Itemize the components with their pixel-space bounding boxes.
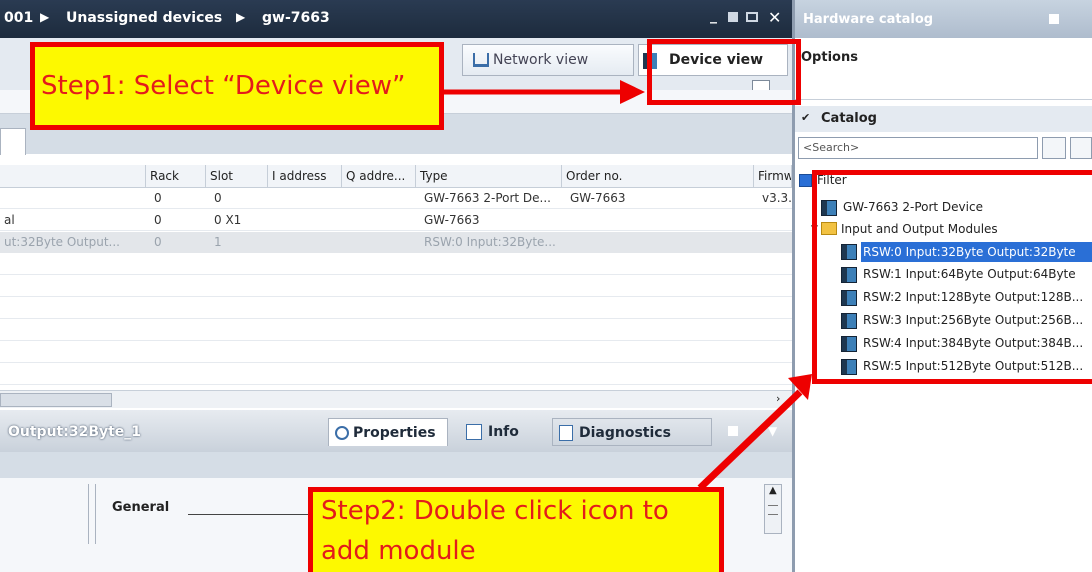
step2-callout: Step2: Double click icon to add module [308, 487, 724, 572]
step1-arrow-head [620, 80, 645, 104]
step2-arrow-line [697, 389, 803, 491]
